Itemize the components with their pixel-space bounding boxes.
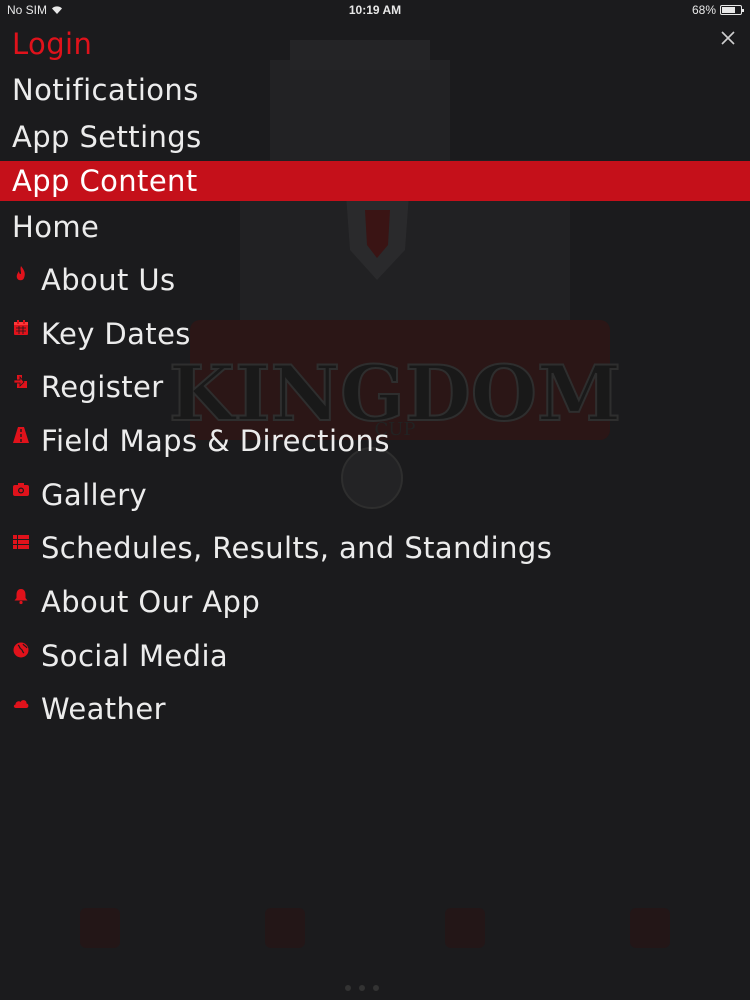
tab-ghost-icon <box>445 908 485 948</box>
menu-item-label: Schedules, Results, and Standings <box>41 531 553 566</box>
road-icon <box>12 426 30 444</box>
menu-item-about-us[interactable]: About Us <box>0 253 750 307</box>
menu-item-label: Field Maps & Directions <box>41 423 390 458</box>
menu-item-label: Social Media <box>41 638 229 673</box>
menu-item-label: Notifications <box>12 72 199 107</box>
login-link[interactable]: Login <box>0 22 750 66</box>
menu-item-home[interactable]: Home <box>0 201 750 253</box>
battery-icon <box>720 5 744 15</box>
menu-item-label: Home <box>12 210 100 244</box>
menu-item-app-content[interactable]: App Content <box>0 161 750 201</box>
fire-icon <box>12 265 30 283</box>
tab-ghost-icon <box>80 908 120 948</box>
side-menu: Login Notifications App Settings App Con… <box>0 22 750 736</box>
menu-item-label: Key Dates <box>41 316 191 351</box>
menu-item-notifications[interactable]: Notifications <box>0 66 750 113</box>
menu-item-label: About Our App <box>41 584 261 619</box>
tab-ghost-icon <box>630 908 670 948</box>
menu-item-label: App Content <box>12 164 198 198</box>
status-time: 10:19 AM <box>348 3 402 17</box>
cloud-icon <box>12 694 30 712</box>
menu-item-label: App Settings <box>12 119 202 154</box>
calendar-icon <box>12 319 30 337</box>
menu-item-field-maps[interactable]: Field Maps & Directions <box>0 414 750 468</box>
menu-item-label: Gallery <box>41 477 148 512</box>
register-icon <box>12 372 30 390</box>
menu-item-label: Weather <box>41 692 166 727</box>
menu-item-about-our-app[interactable]: About Our App <box>0 575 750 629</box>
camera-icon <box>12 480 30 498</box>
tab-ghost-icon <box>265 908 305 948</box>
menu-item-label: About Us <box>41 262 176 297</box>
menu-item-key-dates[interactable]: Key Dates <box>0 307 750 361</box>
list-icon <box>12 533 30 551</box>
battery-indicator: 68% <box>691 3 744 17</box>
menu-item-register[interactable]: Register <box>0 360 750 414</box>
status-bar: No SIM 10:19 AM 68% <box>0 0 750 22</box>
menu-item-social-media[interactable]: Social Media <box>0 629 750 683</box>
menu-item-app-settings[interactable]: App Settings <box>0 113 750 160</box>
battery-percent: 68% <box>691 3 716 17</box>
bell-icon <box>12 587 30 605</box>
menu-item-weather[interactable]: Weather <box>0 683 750 737</box>
login-label: Login <box>12 27 93 61</box>
menu-item-gallery[interactable]: Gallery <box>0 468 750 522</box>
globe-icon <box>12 641 30 659</box>
page-indicator <box>345 985 379 991</box>
menu-item-schedules[interactable]: Schedules, Results, and Standings <box>0 521 750 575</box>
menu-item-label: Register <box>41 370 164 405</box>
